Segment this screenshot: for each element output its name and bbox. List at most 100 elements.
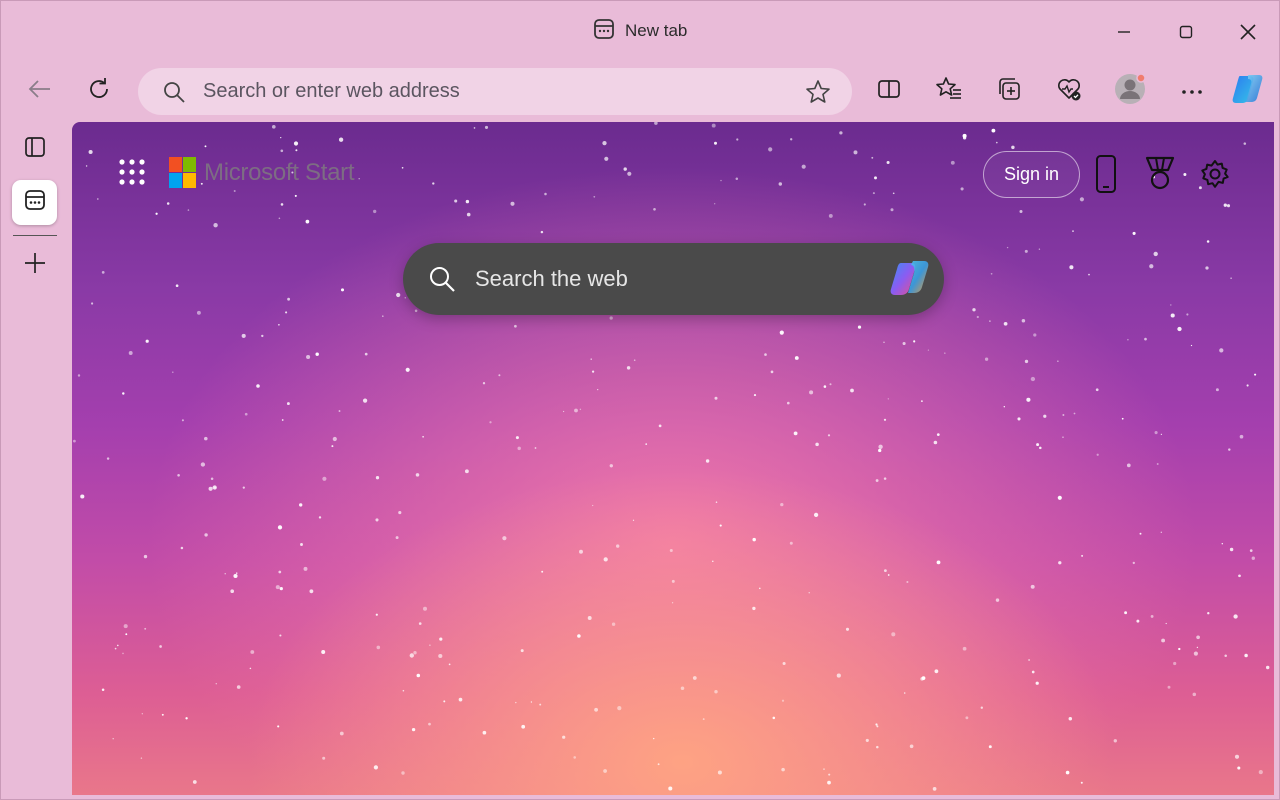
star: [122, 652, 124, 655]
phone-icon[interactable]: [1089, 154, 1123, 194]
star: [1079, 197, 1084, 202]
star: [145, 339, 149, 343]
web-search-box[interactable]: [403, 243, 944, 315]
refresh-button[interactable]: [79, 71, 119, 111]
copilot-button[interactable]: [1228, 71, 1268, 111]
star: [976, 315, 979, 319]
star: [1170, 313, 1175, 318]
sign-in-button[interactable]: Sign in: [983, 151, 1080, 198]
star: [187, 209, 190, 211]
star: [1121, 417, 1124, 420]
star: [515, 436, 519, 440]
star: [278, 217, 281, 220]
star: [616, 544, 620, 548]
collections-button[interactable]: [989, 71, 1029, 111]
favorites-button[interactable]: [929, 71, 969, 111]
settings-gear-icon[interactable]: [1198, 154, 1232, 194]
star: [902, 341, 906, 346]
tab-actions-button[interactable]: [12, 127, 57, 172]
star: [233, 190, 236, 192]
star: [448, 663, 451, 666]
start-page: Microsoft Start Sign in: [72, 122, 1274, 795]
star: [828, 773, 831, 776]
star: [305, 219, 310, 224]
star: [692, 676, 697, 680]
address-bar[interactable]: [138, 68, 852, 115]
star: [759, 587, 761, 590]
active-tab-title[interactable]: New tab: [593, 18, 687, 43]
star: [279, 586, 283, 591]
star: [1043, 414, 1047, 418]
star: [711, 123, 716, 128]
web-search-input[interactable]: [475, 263, 875, 295]
browser-essentials-button[interactable]: [1049, 71, 1089, 111]
sidebar-tab-new-tab[interactable]: [12, 180, 57, 225]
copilot-icon[interactable]: [889, 257, 933, 306]
star: [402, 689, 405, 692]
star: [1011, 145, 1015, 150]
star: [409, 653, 414, 658]
star: [413, 651, 417, 655]
star: [839, 131, 843, 135]
star: [573, 756, 576, 759]
star: [872, 192, 875, 195]
star: [1088, 273, 1090, 276]
star: [990, 272, 993, 275]
star: [1228, 448, 1231, 451]
star: [1073, 412, 1076, 415]
star: [913, 340, 916, 343]
star: [401, 166, 404, 169]
star: [401, 771, 405, 775]
profile-button[interactable]: [1110, 71, 1150, 111]
star: [272, 125, 276, 129]
star: [293, 141, 299, 146]
star: [779, 330, 784, 335]
star: [181, 419, 184, 422]
star: [883, 418, 887, 421]
star: [155, 212, 158, 215]
star: [590, 358, 592, 360]
star: [1224, 654, 1227, 658]
rewards-medal-icon[interactable]: [1143, 154, 1177, 194]
star: [422, 435, 424, 438]
star: [950, 160, 955, 165]
starfield-background: [73, 122, 1270, 791]
more-options-button[interactable]: [1172, 71, 1212, 111]
star: [574, 408, 578, 413]
star: [1057, 495, 1062, 500]
star: [521, 724, 526, 729]
star: [1196, 646, 1199, 649]
star: [591, 370, 595, 373]
star: [891, 632, 896, 637]
maximize-icon[interactable]: [1171, 17, 1201, 47]
star: [609, 316, 613, 320]
minimize-icon[interactable]: [1109, 17, 1139, 47]
star: [213, 223, 218, 228]
star: [878, 444, 883, 449]
microsoft-start-logo[interactable]: Microsoft Start: [169, 157, 355, 189]
apps-grid-icon[interactable]: [116, 157, 148, 189]
star: [1178, 647, 1181, 651]
star: [671, 579, 675, 583]
new-tab-button[interactable]: [12, 243, 57, 288]
close-icon[interactable]: [1233, 17, 1263, 47]
star: [530, 701, 533, 703]
star: [375, 613, 378, 616]
star: [594, 707, 599, 712]
star: [801, 164, 806, 169]
star: [813, 512, 819, 518]
star: [604, 156, 609, 161]
star: [280, 149, 284, 153]
back-button[interactable]: [20, 71, 60, 111]
star: [876, 725, 879, 728]
favorite-star-icon[interactable]: [805, 79, 831, 110]
star: [669, 548, 673, 553]
star: [1024, 249, 1028, 253]
star: [473, 127, 476, 129]
star: [395, 536, 399, 540]
star: [991, 128, 996, 133]
search-icon: [428, 265, 456, 298]
address-input[interactable]: [203, 76, 783, 107]
star: [680, 686, 685, 690]
split-screen-button[interactable]: [869, 71, 909, 111]
